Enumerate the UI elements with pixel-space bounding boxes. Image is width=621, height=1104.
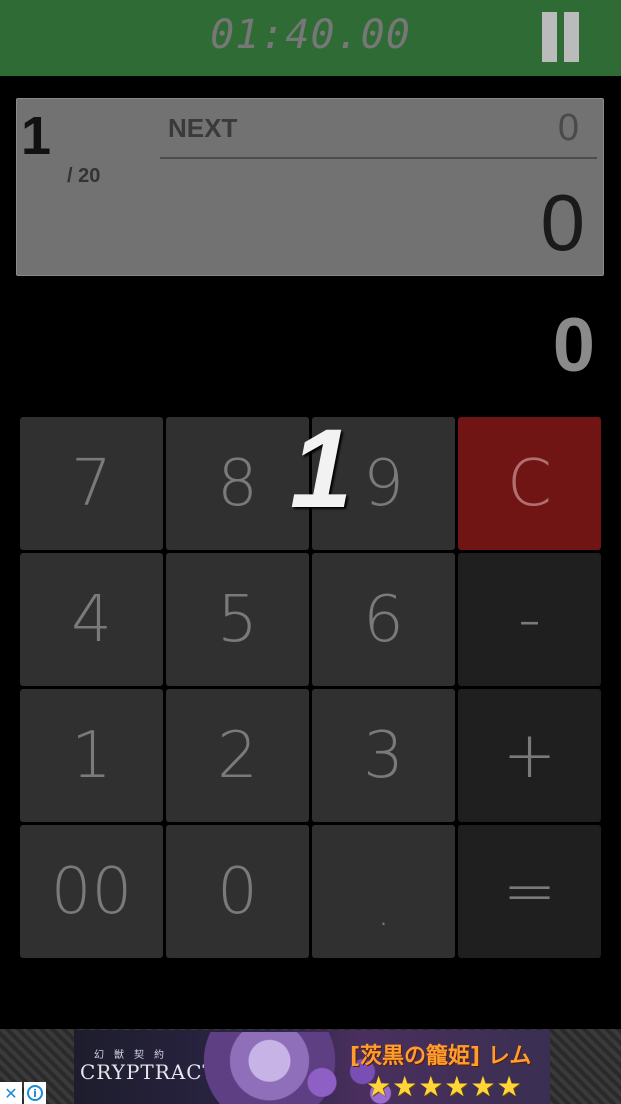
key-5[interactable]: 5 bbox=[166, 553, 309, 686]
key-8[interactable]: 8 bbox=[166, 417, 309, 550]
top-bar: 01:40.00 bbox=[0, 0, 621, 76]
ad-close-icon[interactable]: ✕ bbox=[0, 1082, 22, 1104]
pause-icon bbox=[542, 12, 557, 62]
key-3[interactable]: 3 bbox=[312, 689, 455, 822]
key-6[interactable]: 6 bbox=[312, 553, 455, 686]
ad-banner[interactable]: 幻獣契約 CRYPTRACT [茨黒の籠姫] レム ★★★★★★ bbox=[74, 1030, 550, 1104]
key-00[interactable]: 00 bbox=[20, 825, 163, 958]
ad-brand-logo: CRYPTRACT bbox=[80, 1060, 217, 1084]
decimal-label: . bbox=[377, 888, 390, 935]
decimal-button[interactable]: . bbox=[312, 825, 455, 958]
minus-button[interactable]: - bbox=[458, 553, 601, 686]
ad-info-button[interactable]: i bbox=[24, 1082, 46, 1104]
info-icon: i bbox=[27, 1085, 43, 1101]
key-4[interactable]: 4 bbox=[20, 553, 163, 686]
flash-number: 1 bbox=[290, 406, 353, 531]
divider bbox=[160, 157, 597, 159]
countdown-timer: 01:40.00 bbox=[210, 12, 411, 58]
question-panel: 1 / 20 NEXT 0 0 bbox=[16, 98, 604, 276]
next-label: NEXT bbox=[168, 113, 238, 143]
key-0[interactable]: 0 bbox=[166, 825, 309, 958]
calculator-display: 0 bbox=[552, 303, 595, 388]
question-total: / 20 bbox=[67, 165, 101, 187]
plus-button[interactable]: + bbox=[458, 689, 601, 822]
question-number: 1 bbox=[21, 106, 52, 166]
key-2[interactable]: 2 bbox=[166, 689, 309, 822]
ad-stars: ★★★★★★ bbox=[366, 1070, 523, 1103]
key-7[interactable]: 7 bbox=[20, 417, 163, 550]
target-value: 0 bbox=[540, 178, 586, 267]
key-1[interactable]: 1 bbox=[20, 689, 163, 822]
clear-button[interactable]: C bbox=[458, 417, 601, 550]
ad-title: [茨黒の籠姫] レム bbox=[350, 1044, 532, 1069]
next-value: 0 bbox=[557, 107, 579, 149]
ad-kanji: 幻獣契約 bbox=[94, 1050, 174, 1061]
equals-button[interactable]: = bbox=[458, 825, 601, 958]
pause-button[interactable] bbox=[535, 12, 585, 62]
